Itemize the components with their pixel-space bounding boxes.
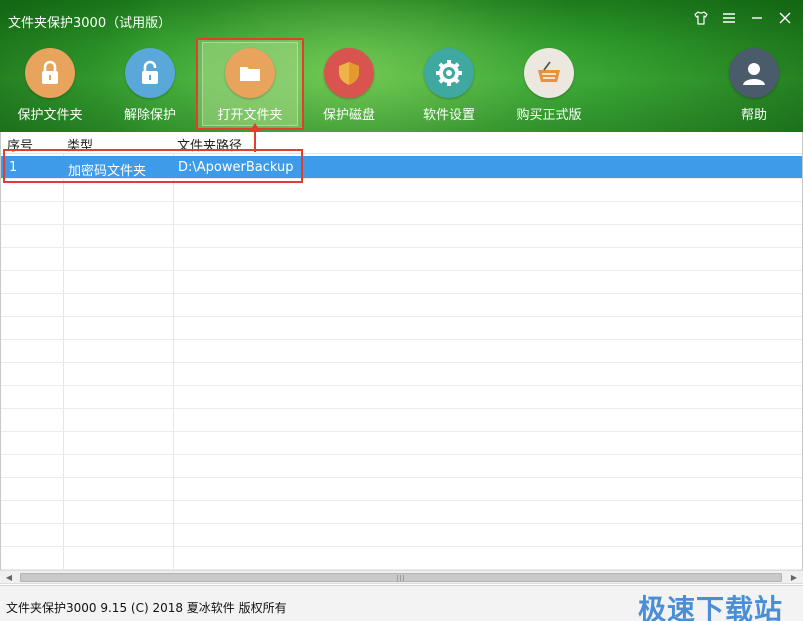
scrollbar-thumb[interactable]: ||| bbox=[20, 573, 782, 582]
empty-row bbox=[1, 294, 802, 317]
window-title: 文件夹保护3000（试用版） bbox=[8, 16, 172, 31]
minimize-icon[interactable] bbox=[749, 10, 765, 26]
empty-row bbox=[1, 386, 802, 409]
empty-row bbox=[1, 478, 802, 501]
lock-closed-icon bbox=[25, 48, 75, 98]
unprotect-button[interactable]: 解除保护 bbox=[100, 38, 200, 130]
open-folder-button[interactable]: 打开文件夹 bbox=[196, 38, 304, 130]
settings-button[interactable]: 软件设置 bbox=[399, 38, 499, 130]
buy-label: 购买正式版 bbox=[516, 108, 582, 123]
grip-icon: ||| bbox=[396, 575, 406, 582]
folder-list-table[interactable]: 序号 类型 文件夹路径 1 加密码文件夹 D:\ApowerBackup bbox=[0, 132, 803, 570]
title-bar-header: 文件夹保护3000（试用版） 保护文件夹 解除保护 打开文件夹 保护磁盘 软件设… bbox=[0, 0, 803, 132]
empty-row bbox=[1, 225, 802, 248]
annotation-arrow-icon bbox=[249, 123, 261, 152]
open-folder-label: 打开文件夹 bbox=[217, 108, 283, 123]
copyright-text: 文件夹保护3000 9.15 (C) 2018 夏冰软件 版权所有 bbox=[6, 601, 287, 615]
window-controls bbox=[693, 10, 793, 26]
empty-row bbox=[1, 432, 802, 455]
scroll-right-icon[interactable]: ▶ bbox=[787, 572, 801, 583]
row-highlight-annotation bbox=[3, 149, 303, 183]
protect-folder-button[interactable]: 保护文件夹 bbox=[0, 38, 100, 130]
empty-row bbox=[1, 547, 802, 570]
protect-disk-label: 保护磁盘 bbox=[322, 108, 375, 123]
menu-icon[interactable] bbox=[721, 10, 737, 26]
empty-row bbox=[1, 248, 802, 271]
lock-open-icon bbox=[125, 48, 175, 98]
help-label: 帮助 bbox=[740, 108, 767, 123]
empty-row bbox=[1, 340, 802, 363]
scroll-left-icon[interactable]: ◀ bbox=[2, 572, 16, 583]
site-watermark: 极速下载站 bbox=[637, 593, 783, 621]
user-icon bbox=[729, 48, 779, 98]
horizontal-scrollbar[interactable]: ◀ ||| ▶ bbox=[0, 570, 803, 584]
basket-icon bbox=[524, 48, 574, 98]
empty-row bbox=[1, 363, 802, 386]
close-icon[interactable] bbox=[777, 10, 793, 26]
settings-label: 软件设置 bbox=[422, 108, 475, 123]
help-button[interactable]: 帮助 bbox=[704, 38, 803, 130]
empty-row bbox=[1, 202, 802, 225]
folder-icon bbox=[225, 48, 275, 98]
empty-row bbox=[1, 455, 802, 478]
empty-row bbox=[1, 524, 802, 547]
protect-folder-label: 保护文件夹 bbox=[17, 108, 83, 123]
shield-icon bbox=[324, 48, 374, 98]
empty-row bbox=[1, 409, 802, 432]
main-toolbar: 保护文件夹 解除保护 打开文件夹 保护磁盘 软件设置 购买正式版 帮助 bbox=[0, 38, 803, 130]
protect-disk-button[interactable]: 保护磁盘 bbox=[299, 38, 399, 130]
empty-row bbox=[1, 271, 802, 294]
status-bar: 文件夹保护3000 9.15 (C) 2018 夏冰软件 版权所有 极速下载站 bbox=[0, 585, 803, 621]
empty-row bbox=[1, 317, 802, 340]
unprotect-label: 解除保护 bbox=[123, 108, 176, 123]
empty-row bbox=[1, 501, 802, 524]
skin-icon[interactable] bbox=[693, 10, 709, 26]
buy-button[interactable]: 购买正式版 bbox=[499, 38, 599, 130]
gear-icon bbox=[424, 48, 474, 98]
